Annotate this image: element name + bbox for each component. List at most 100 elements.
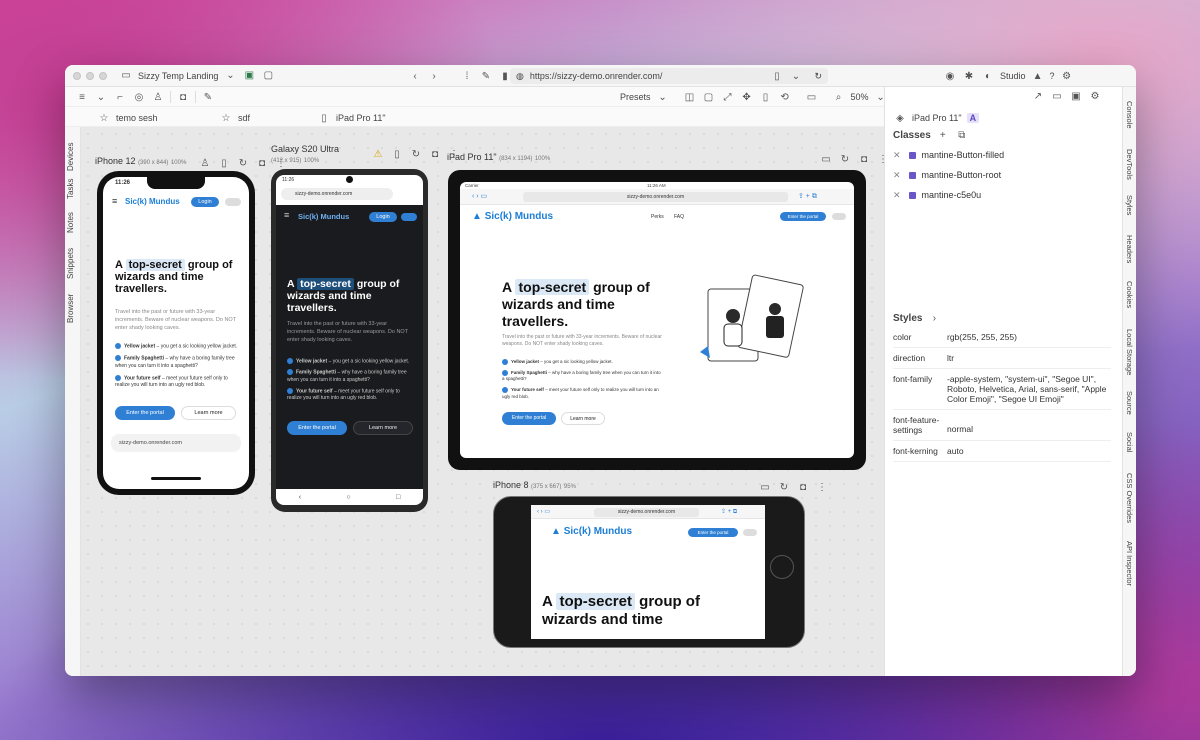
sidebar-tab-devices[interactable]: Devices [66, 143, 75, 171]
remove-icon[interactable]: ✕ [893, 150, 901, 161]
forward-icon[interactable]: › [427, 69, 441, 83]
camera-icon[interactable]: ◘ [428, 147, 442, 161]
safari-action-icons[interactable]: ⇪ + ⧉ [721, 508, 737, 516]
site-logo[interactable]: ▲ Sic(k) Mundus [472, 211, 553, 222]
studio-button[interactable]: Studio [1000, 71, 1026, 81]
galaxy-screen[interactable]: 11:26 sizzy-demo.onrender.com ≡ Sic(k) M… [276, 175, 423, 505]
camera-icon[interactable]: ◘ [796, 480, 810, 494]
sidebar-tab-cookies[interactable]: Cookies [1125, 281, 1134, 308]
brush-icon[interactable]: ⌐ [113, 90, 127, 104]
enter-portal-nav-button[interactable]: Enter the portal [688, 528, 738, 537]
chevron-down-icon[interactable]: ⌄ [223, 69, 237, 83]
camera-icon[interactable]: ◘ [176, 90, 190, 104]
safari-url-bar[interactable]: sizzy-demo.onrender.com [523, 192, 788, 202]
rotate-icon[interactable]: ↻ [838, 152, 852, 166]
safari-url-bar[interactable]: sizzy-demo.onrender.com [594, 508, 699, 517]
class-item[interactable]: ✕ mantine-Button-root [893, 165, 1113, 185]
styles-header[interactable]: Styles › [893, 311, 941, 325]
studio-icon[interactable]: ◐ [981, 69, 995, 83]
external-icon[interactable]: ↗ [1031, 89, 1045, 103]
site-logo[interactable]: Sic(k) Mundus [125, 197, 180, 206]
nav-faq[interactable]: FAQ [674, 214, 684, 220]
eye-icon[interactable]: ◎ [132, 90, 146, 104]
rotate-icon[interactable]: ⟲ [778, 90, 792, 104]
user-icon[interactable]: ♙ [198, 156, 212, 170]
nav-perks[interactable]: Perks [651, 214, 664, 220]
sidebar-tab-tasks[interactable]: Tasks [66, 179, 75, 199]
presets-button[interactable]: Presets [620, 92, 651, 102]
settings-icon[interactable]: ⚙ [1060, 69, 1074, 83]
site-logo[interactable]: Sic(k) Mundus [298, 212, 349, 221]
more-icon[interactable]: ⋮ [815, 480, 829, 494]
class-checkbox[interactable] [908, 191, 916, 199]
extension-icon[interactable]: ▣ [242, 69, 256, 83]
safari-url-bar[interactable]: sizzy-demo.onrender.com [111, 434, 241, 452]
class-item[interactable]: ✕ mantine-Button-filled [893, 145, 1113, 165]
theme-toggle[interactable] [743, 529, 757, 536]
theme-toggle[interactable] [401, 213, 417, 221]
rotate-icon[interactable]: ↻ [409, 147, 423, 161]
class-checkbox[interactable] [908, 171, 916, 179]
menu-icon[interactable]: ≡ [284, 210, 289, 220]
sliders-icon[interactable]: ≡ [75, 90, 89, 104]
enter-portal-nav-button[interactable]: Enter the portal [780, 212, 826, 221]
sidebar-tab-browser[interactable]: Browser [66, 294, 75, 323]
url-text[interactable]: https://sizzy-demo.onrender.com/ [530, 71, 663, 81]
iphone8-screen[interactable]: ‹ › ▭ sizzy-demo.onrender.com ⇪ + ⧉ ▲ Si… [531, 505, 765, 639]
login-button[interactable]: Login [369, 212, 397, 222]
rotate-icon[interactable]: ↻ [777, 480, 791, 494]
enter-portal-button[interactable]: Enter the portal [287, 421, 347, 435]
safari-action-icons[interactable]: ⇪ + ⧉ [798, 192, 817, 201]
ipad-screen[interactable]: Carrier 11:26 AM ‹ › ▭ sizzy-demo.onrend… [460, 182, 854, 458]
theme-toggle[interactable] [225, 198, 241, 206]
user-icon[interactable]: ♙ [151, 90, 165, 104]
sidebar-tab-devtools[interactable]: DevTools [1125, 149, 1134, 180]
window-controls[interactable] [73, 71, 107, 80]
bookmark-item[interactable]: temo sesh [116, 113, 158, 123]
sidebar-tab-css-overrides[interactable]: CSS Overrides [1125, 473, 1134, 523]
panel-layout-icon[interactable]: ▭ [1050, 89, 1064, 103]
project-name[interactable]: Sizzy Temp Landing [138, 71, 218, 81]
learn-more-button[interactable]: Learn more [181, 406, 236, 420]
menu-icon[interactable]: ≡ [112, 196, 117, 206]
android-back-icon[interactable]: ‹ [299, 494, 301, 501]
style-row[interactable]: font-feature-settings normal [893, 410, 1111, 441]
android-home-icon[interactable]: ○ [346, 494, 350, 501]
folder-icon[interactable]: ▢ [261, 69, 275, 83]
sidebar-tab-api-inspector[interactable]: API Inspector [1125, 541, 1134, 586]
learn-more-button[interactable]: Learn more [561, 412, 605, 425]
session-icon[interactable]: ▭ [119, 69, 133, 83]
pen-icon[interactable]: ✎ [479, 69, 493, 83]
learn-more-button[interactable]: Learn more [353, 421, 413, 435]
enter-portal-button[interactable]: Enter the portal [115, 406, 175, 420]
fit-icon[interactable]: ▭ [805, 90, 819, 104]
settings-icon[interactable]: ⚙ [1088, 89, 1102, 103]
site-logo[interactable]: ▲ Sic(k) Mundus [551, 526, 632, 537]
device-icon[interactable]: ▭ [819, 152, 833, 166]
sidebar-tab-styles[interactable]: Styles [1125, 195, 1134, 215]
rotate-icon[interactable]: ↻ [236, 156, 250, 170]
layout-single-icon[interactable]: ▢ [702, 90, 716, 104]
iphone12-screen[interactable]: 11:26 ≡ Sic(k) Mundus Login A top-secret… [103, 177, 249, 489]
warning-icon[interactable]: ⚠ [371, 147, 385, 161]
theme-toggle[interactable] [832, 213, 846, 220]
device-icon[interactable]: ▯ [217, 156, 231, 170]
bookmark-item[interactable]: sdf [238, 113, 250, 123]
safari-nav-icons[interactable]: ‹ › ▭ [472, 192, 487, 200]
chevron-right-icon[interactable]: › [927, 311, 941, 325]
compass-icon[interactable]: ◉ [943, 69, 957, 83]
bug-icon[interactable]: ✱ [962, 69, 976, 83]
chevron-down-icon[interactable]: ⌄ [656, 90, 670, 104]
graduation-icon[interactable]: ▲ [1031, 69, 1045, 83]
home-button[interactable] [770, 555, 794, 579]
android-recents-icon[interactable]: □ [396, 494, 400, 501]
camera-icon[interactable]: ◘ [255, 156, 269, 170]
remove-icon[interactable]: ✕ [893, 190, 901, 201]
copy-icon[interactable]: ⧉ [955, 128, 969, 142]
device-icon[interactable]: ▯ [390, 147, 404, 161]
pencil-icon[interactable]: ✎ [201, 90, 215, 104]
zoom-icon[interactable]: ⌕ [832, 90, 846, 104]
remove-icon[interactable]: ✕ [893, 170, 901, 181]
back-icon[interactable]: ‹ [408, 69, 422, 83]
layout-split-icon[interactable]: ◫ [683, 90, 697, 104]
